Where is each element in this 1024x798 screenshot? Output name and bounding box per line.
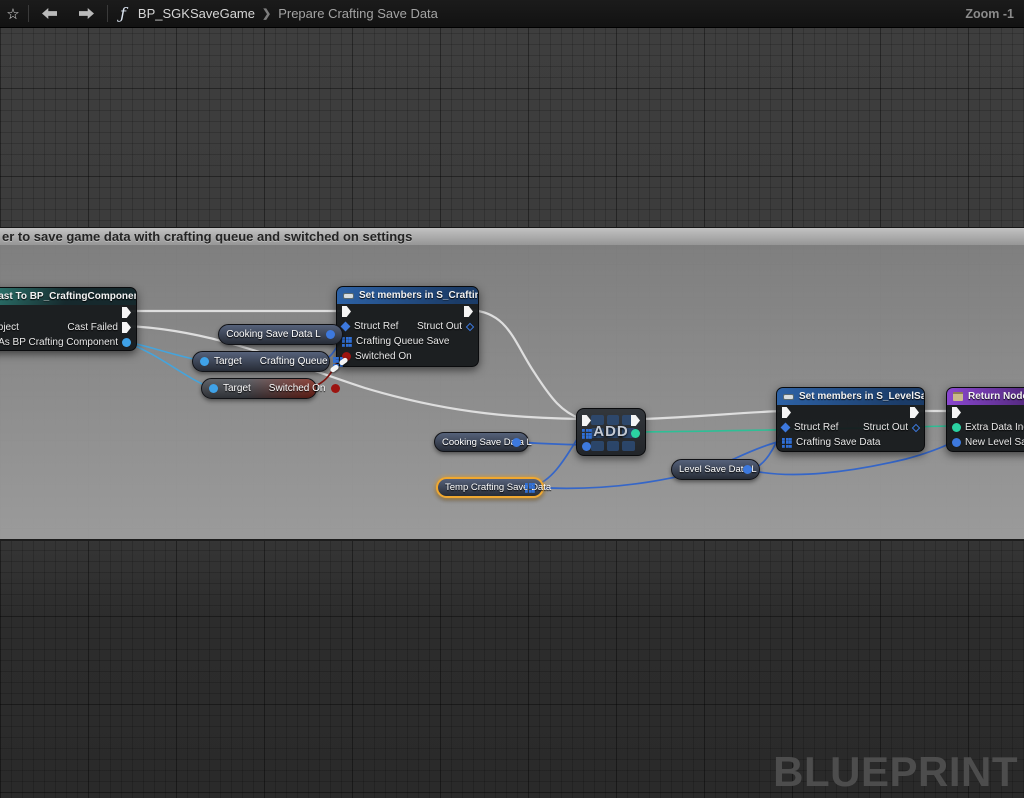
- as-component-object-pin[interactable]: [122, 338, 131, 347]
- nav-back-button[interactable]: [31, 0, 68, 27]
- exec-out-pin[interactable]: [910, 407, 919, 418]
- cast-failed-exec-pin[interactable]: [122, 322, 131, 333]
- node-title: Set members in S_CraftingSave: [359, 290, 478, 301]
- target-label: Target: [223, 383, 251, 394]
- return-icon: [953, 392, 963, 401]
- graph-toolbar: ☆ ƒ BP_SGKSaveGame ❯ Prepare Crafting Sa…: [0, 0, 1024, 28]
- breadcrumb-blueprint[interactable]: BP_SGKSaveGame: [138, 6, 255, 21]
- target-label: Target: [214, 356, 242, 367]
- struct-out-pin[interactable]: [743, 465, 752, 474]
- pill-crafting-queue[interactable]: Target Crafting Queue: [192, 351, 330, 372]
- extra-data-index-label: Extra Data Index: [965, 422, 1024, 433]
- pill-temp-crafting-save-data[interactable]: Temp Crafting Save Data: [436, 477, 544, 498]
- pill-label: Level Save Data L: [679, 464, 738, 475]
- struct-out-pin[interactable]: [466, 322, 474, 330]
- cast-failed-pin-label: Cast Failed: [67, 322, 118, 333]
- favorite-star-icon[interactable]: ☆: [0, 0, 26, 27]
- exec-in-pin[interactable]: [342, 306, 351, 317]
- pill-switched-on[interactable]: Target Switched On: [201, 378, 317, 399]
- struct-ref-pin[interactable]: [781, 423, 791, 433]
- pill-cooking-save-data-top[interactable]: Cooking Save Data L: [218, 324, 343, 345]
- array-out-pin[interactable]: [525, 483, 535, 493]
- zoom-level-indicator: Zoom -1: [965, 7, 1014, 21]
- node-title: Cast To BP_CraftingComponent: [0, 291, 136, 302]
- object-pin-label: Object: [0, 322, 19, 333]
- exec-out-pin[interactable]: [464, 306, 473, 317]
- node-array-add[interactable]: ADD: [576, 408, 646, 456]
- new-level-save-pin[interactable]: [952, 438, 961, 447]
- divider: [107, 5, 108, 22]
- array-pin[interactable]: [342, 337, 352, 347]
- comment-header[interactable]: er to save game data with crafting queue…: [0, 227, 1024, 245]
- exec-out-pin[interactable]: [122, 307, 131, 318]
- node-title: Set members in S_LevelSaveData: [799, 391, 924, 402]
- function-icon: ƒ: [120, 4, 126, 23]
- node-header: Cast To BP_CraftingComponent: [0, 288, 136, 305]
- struct-out-label: Struct Out: [417, 321, 462, 332]
- pill-level-save-data[interactable]: Level Save Data L: [671, 459, 760, 480]
- node-return[interactable]: Return Node Extra Data Index New Level S…: [946, 387, 1024, 452]
- back-arrow-icon: [42, 8, 57, 19]
- bool-out-pin[interactable]: [331, 384, 340, 393]
- pill-label: Cooking Save Data L: [226, 329, 321, 340]
- struct-out-pin[interactable]: [512, 438, 521, 447]
- breadcrumb-separator: ❯: [262, 7, 271, 20]
- struct-ref-label: Struct Ref: [354, 321, 398, 332]
- return-index-pin[interactable]: [631, 429, 640, 438]
- struct-ref-label: Struct Ref: [794, 422, 838, 433]
- pill-label: Switched On: [269, 383, 326, 394]
- new-level-save-label: New Level Save Da: [965, 437, 1024, 448]
- node-set-members-s-levelsavedata[interactable]: Set members in S_LevelSaveData Struct Re…: [776, 387, 925, 452]
- divider: [28, 5, 29, 22]
- struct-icon: [343, 293, 354, 299]
- pill-label: Cooking Save Data L: [442, 437, 507, 448]
- struct-icon: [783, 394, 794, 400]
- crafting-queue-save-label: Crafting Queue Save: [356, 336, 449, 347]
- pill-cooking-save-data-bottom[interactable]: Cooking Save Data L: [434, 432, 529, 452]
- struct-out-pin[interactable]: [326, 330, 335, 339]
- struct-out-pin[interactable]: [912, 423, 920, 431]
- extra-data-index-pin[interactable]: [952, 423, 961, 432]
- comment-title: er to save game data with crafting queue…: [0, 229, 412, 244]
- switched-on-label: Switched On: [355, 351, 412, 362]
- struct-out-label: Struct Out: [863, 422, 908, 433]
- target-pin[interactable]: [200, 357, 209, 366]
- forward-arrow-icon: [79, 8, 94, 19]
- node-set-members-s-craftingsave[interactable]: Set members in S_CraftingSave Struct Ref…: [336, 286, 479, 367]
- breadcrumb-function[interactable]: Prepare Crafting Save Data: [278, 6, 438, 21]
- node-header: Return Node: [947, 388, 1024, 405]
- as-component-pin-label: As BP Crafting Component: [0, 337, 118, 348]
- pill-label: Temp Crafting Save Data: [445, 482, 520, 493]
- new-item-pin[interactable]: [582, 442, 591, 451]
- node-header: Set members in S_LevelSaveData: [777, 388, 924, 405]
- node-cast-to-bp-craftingcomponent[interactable]: Cast To BP_CraftingComponent Object Cast…: [0, 287, 137, 351]
- nav-forward-button[interactable]: [68, 0, 105, 27]
- node-title: Return Node: [968, 391, 1024, 402]
- exec-in-pin[interactable]: [782, 407, 791, 418]
- target-array-pin[interactable]: [582, 429, 592, 439]
- crafting-save-data-label: Crafting Save Data: [796, 437, 881, 448]
- blueprint-watermark: BLUEPRINT: [773, 748, 1018, 796]
- node-header: Set members in S_CraftingSave: [337, 287, 478, 304]
- exec-in-pin[interactable]: [952, 407, 961, 418]
- target-pin[interactable]: [209, 384, 218, 393]
- array-pin[interactable]: [782, 438, 792, 448]
- blueprint-graph-canvas[interactable]: er to save game data with crafting queue…: [0, 0, 1024, 798]
- pill-label: Crafting Queue: [260, 356, 328, 367]
